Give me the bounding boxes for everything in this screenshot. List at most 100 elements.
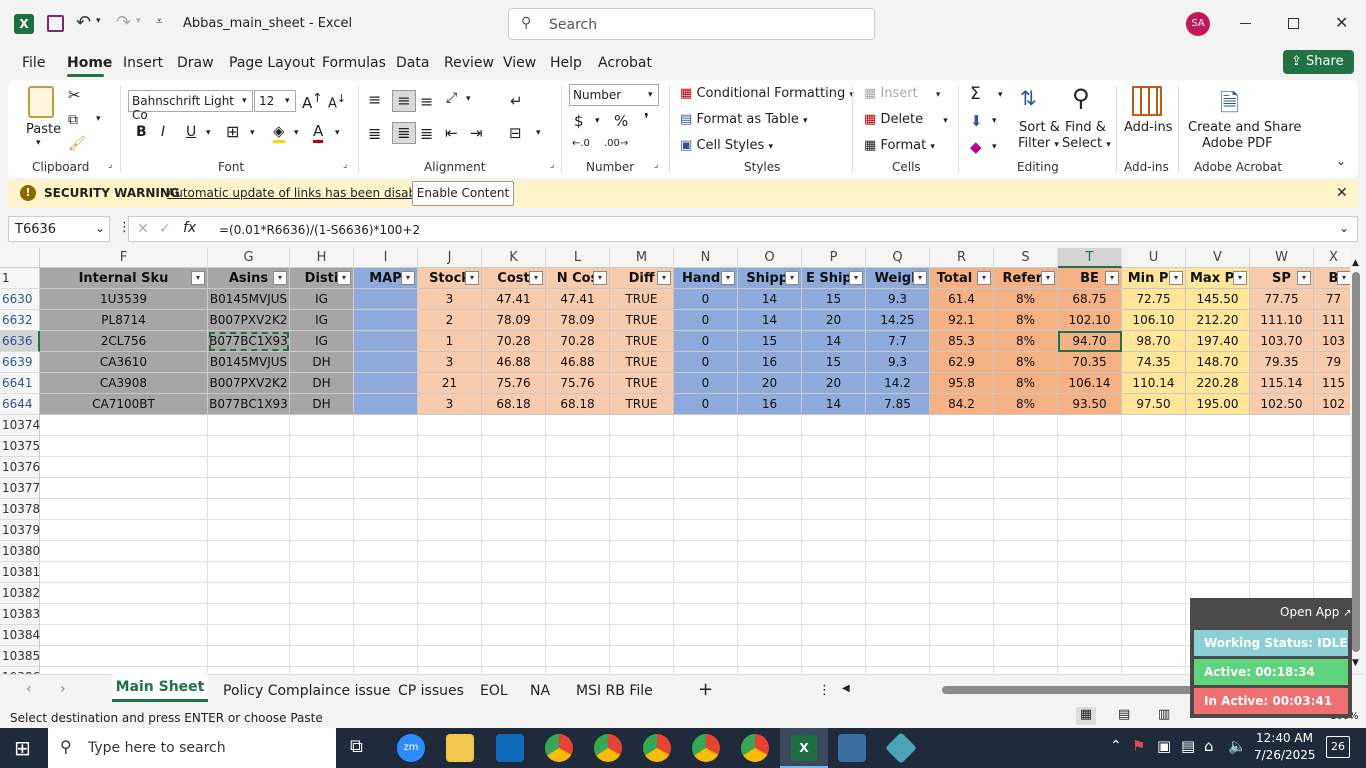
empty-cell[interactable] <box>354 583 418 604</box>
format-cells-button[interactable]: ▦ Format ▾ <box>864 138 935 153</box>
borders-icon[interactable]: ⊞ <box>226 122 239 141</box>
empty-cell[interactable] <box>674 667 738 674</box>
empty-cell[interactable] <box>208 499 290 520</box>
empty-cell[interactable] <box>802 436 866 457</box>
table-cell[interactable]: 70.28 <box>546 331 610 352</box>
tab-formulas[interactable]: Formulas <box>322 55 386 71</box>
table-cell[interactable]: 77 <box>1314 289 1350 310</box>
empty-cell[interactable] <box>994 499 1058 520</box>
empty-cell[interactable] <box>418 604 482 625</box>
table-cell[interactable]: 2CL756 <box>40 331 208 352</box>
empty-cell[interactable] <box>866 562 930 583</box>
filter-label[interactable]: Filter ▾ <box>1018 136 1059 151</box>
empty-cell[interactable] <box>802 499 866 520</box>
empty-cell[interactable] <box>994 667 1058 674</box>
empty-cell[interactable] <box>208 562 290 583</box>
close-icon[interactable]: ✕ <box>1335 13 1348 32</box>
column-header-I[interactable]: I <box>354 248 418 268</box>
table-header-cell[interactable]: N Cos ▾ <box>546 268 610 289</box>
empty-cell[interactable] <box>208 457 290 478</box>
table-cell[interactable]: 111.10 <box>1250 310 1314 331</box>
empty-cell[interactable] <box>290 667 354 674</box>
empty-cell[interactable] <box>40 415 208 436</box>
tab-data[interactable]: Data <box>396 55 429 71</box>
conditional-formatting-button[interactable]: ▦ Conditional Formatting ▾ <box>680 86 854 101</box>
empty-cell[interactable] <box>1122 583 1186 604</box>
table-cell[interactable]: DH <box>290 373 354 394</box>
volume-icon[interactable]: 🔈 <box>1228 737 1247 755</box>
filter-dropdown-icon[interactable]: ▾ <box>1337 271 1350 285</box>
paste-button[interactable]: Paste <box>26 122 61 137</box>
font-name-select[interactable]: Bahnschrift Light Co ▾ <box>128 90 253 122</box>
taskbar-search[interactable]: ⚲ Type here to search <box>48 728 336 768</box>
empty-cell[interactable] <box>1058 457 1122 478</box>
empty-cell[interactable] <box>1250 478 1314 499</box>
table-cell[interactable]: 102 <box>1314 394 1350 415</box>
empty-cell[interactable] <box>418 646 482 667</box>
chrome-icon[interactable] <box>545 734 573 762</box>
empty-cell[interactable] <box>1250 436 1314 457</box>
empty-cell[interactable] <box>546 625 610 646</box>
empty-cell[interactable] <box>208 625 290 646</box>
task-view-icon[interactable]: ⧉ <box>350 736 363 757</box>
find-select-label[interactable]: Find & <box>1065 120 1106 135</box>
empty-cell[interactable] <box>40 604 208 625</box>
empty-cell[interactable] <box>418 457 482 478</box>
empty-cell[interactable] <box>290 646 354 667</box>
normal-view-icon[interactable]: ▦ <box>1076 707 1096 725</box>
table-cell[interactable]: 72.75 <box>1122 289 1186 310</box>
empty-cell[interactable] <box>546 541 610 562</box>
empty-cell[interactable] <box>674 457 738 478</box>
insert-function-icon[interactable]: fx <box>183 220 196 236</box>
sheet-options-icon[interactable]: ⋮ <box>818 683 831 698</box>
column-header-O[interactable]: O <box>738 248 802 268</box>
cell-styles-button[interactable]: ▣ Cell Styles ▾ <box>680 138 773 153</box>
italic-icon[interactable]: I <box>161 124 165 140</box>
empty-cell[interactable] <box>1186 415 1250 436</box>
empty-cell[interactable] <box>1058 499 1122 520</box>
empty-cell[interactable] <box>1058 583 1122 604</box>
empty-cell[interactable] <box>930 415 994 436</box>
empty-cell[interactable] <box>1250 415 1314 436</box>
table-cell[interactable]: 77.75 <box>1250 289 1314 310</box>
empty-cell[interactable] <box>208 436 290 457</box>
empty-cell[interactable] <box>994 457 1058 478</box>
orientation-icon[interactable]: ⤢ <box>446 90 457 106</box>
table-cell[interactable]: 148.70 <box>1186 352 1250 373</box>
empty-cell[interactable] <box>866 520 930 541</box>
wrap-text-icon[interactable]: ↵ <box>510 92 523 110</box>
fill-color-dropdown-icon[interactable]: ▾ <box>294 128 299 138</box>
outlook-icon[interactable] <box>496 734 524 762</box>
empty-cell[interactable] <box>290 520 354 541</box>
table-cell[interactable]: 3 <box>418 352 482 373</box>
comma-icon[interactable]: ❜ <box>644 110 649 128</box>
column-header-V[interactable]: V <box>1186 248 1250 268</box>
table-cell[interactable]: 16 <box>738 352 802 373</box>
formula-input[interactable]: ✕ ✓ fx =(0.01*R6636)/(1-S6636)*100+2 ⌄ <box>128 216 1358 242</box>
table-cell[interactable]: TRUE <box>610 373 674 394</box>
empty-cell[interactable] <box>674 604 738 625</box>
empty-cell[interactable] <box>290 625 354 646</box>
empty-cell[interactable] <box>208 520 290 541</box>
empty-cell[interactable] <box>40 583 208 604</box>
empty-cell[interactable] <box>354 436 418 457</box>
empty-cell[interactable] <box>802 478 866 499</box>
number-format-select[interactable]: Number ▾ <box>569 84 659 106</box>
format-as-table-button[interactable]: ▤ Format as Table ▾ <box>680 112 808 127</box>
empty-cell[interactable] <box>354 457 418 478</box>
scroll-up-icon[interactable]: ▲ <box>1352 258 1359 268</box>
align-middle-icon[interactable]: ≡ <box>392 90 416 112</box>
empty-cell[interactable] <box>610 604 674 625</box>
select-all-corner[interactable] <box>0 248 40 268</box>
table-cell[interactable]: 115 <box>1314 373 1350 394</box>
empty-cell[interactable] <box>738 646 802 667</box>
tab-insert[interactable]: Insert <box>123 55 163 71</box>
table-header-cell[interactable]: Disti ▾ <box>290 268 354 289</box>
table-cell[interactable]: 92.1 <box>930 310 994 331</box>
empty-cell[interactable] <box>482 562 546 583</box>
empty-cell[interactable] <box>1122 499 1186 520</box>
empty-cell[interactable] <box>802 583 866 604</box>
table-cell[interactable]: 68.75 <box>1058 289 1122 310</box>
table-cell[interactable]: 79 <box>1314 352 1350 373</box>
share-button[interactable]: ⇪ Share <box>1283 50 1354 74</box>
